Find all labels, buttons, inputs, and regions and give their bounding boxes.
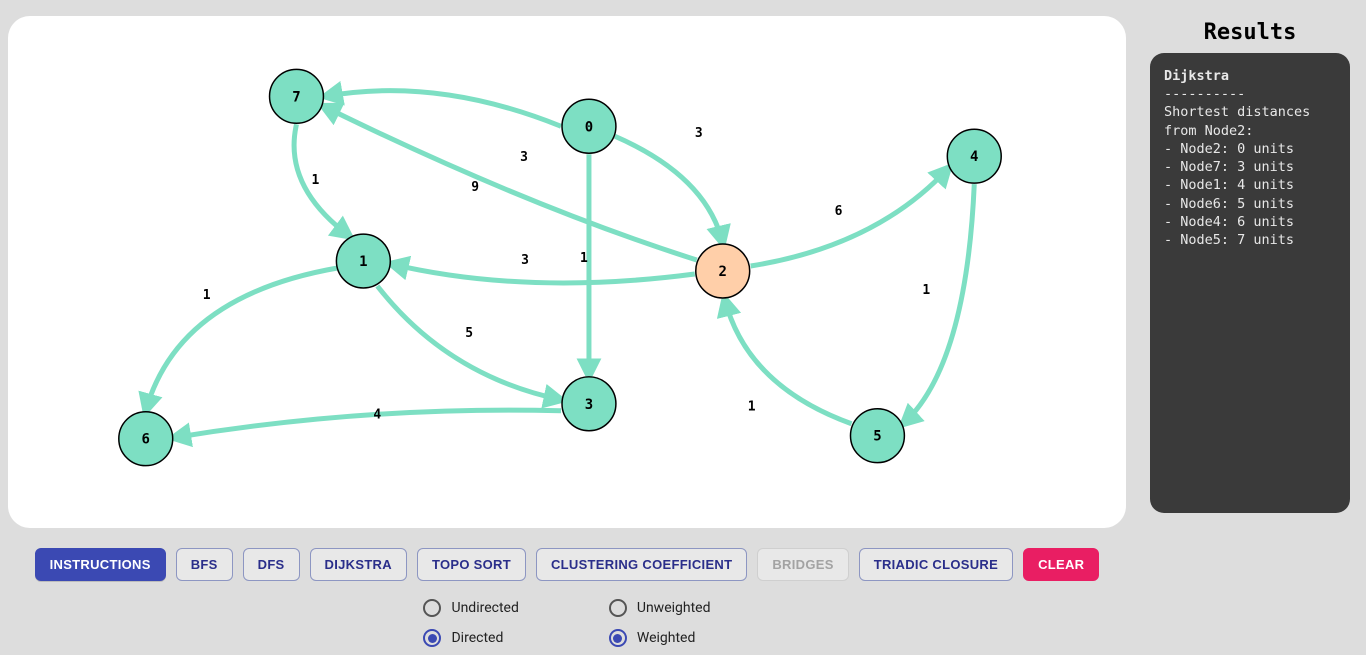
results-distance-line: - Node2: 0 units: [1164, 140, 1336, 158]
radio-icon: [609, 629, 627, 647]
edge-weight-5-2: 1: [748, 400, 756, 415]
clustering-coefficient-button[interactable]: CLUSTERING COEFFICIENT: [536, 548, 747, 581]
undirected-radio[interactable]: Undirected: [423, 599, 518, 617]
radio-icon: [609, 599, 627, 617]
weighted-label: Weighted: [637, 630, 696, 646]
results-card: Dijkstra ---------- Shortest distances f…: [1150, 53, 1350, 513]
undirected-label: Undirected: [451, 600, 518, 616]
edge-weight-2-1: 3: [521, 253, 529, 268]
results-distance-line: - Node5: 7 units: [1164, 231, 1336, 249]
edge-0-2[interactable]: [615, 136, 723, 243]
node-3[interactable]: 3: [562, 377, 616, 431]
edge-weight-0-2: 3: [695, 126, 703, 141]
edge-2-4[interactable]: [751, 168, 949, 266]
dfs-button[interactable]: DFS: [243, 548, 300, 581]
edge-5-2[interactable]: [725, 299, 852, 424]
results-title: Results: [1150, 20, 1350, 45]
node-4[interactable]: 4: [947, 129, 1001, 183]
edge-weight-2-7: 3: [520, 150, 528, 165]
results-separator: ----------: [1164, 85, 1336, 103]
edge-2-7[interactable]: [323, 106, 696, 260]
edge-weight-2-4: 6: [835, 204, 843, 219]
node-label: 2: [719, 264, 727, 280]
node-0[interactable]: 0: [562, 99, 616, 153]
weighted-radio[interactable]: Weighted: [609, 629, 711, 647]
bfs-button[interactable]: BFS: [176, 548, 233, 581]
edge-0-7[interactable]: [325, 91, 561, 127]
node-label: 6: [142, 432, 150, 448]
triadic-closure-button[interactable]: TRIADIC CLOSURE: [859, 548, 1013, 581]
results-intro-2: from Node2:: [1164, 122, 1336, 140]
clear-button[interactable]: CLEAR: [1023, 548, 1099, 581]
directed-label: Directed: [451, 630, 503, 646]
results-distance-line: - Node1: 4 units: [1164, 176, 1336, 194]
edge-1-3[interactable]: [377, 286, 561, 400]
results-intro-1: Shortest distances: [1164, 103, 1336, 121]
edge-weight-4-5: 1: [922, 283, 930, 298]
radio-icon: [423, 599, 441, 617]
results-distance-line: - Node7: 3 units: [1164, 158, 1336, 176]
node-label: 3: [585, 397, 593, 413]
edge-weight-3-6: 4: [373, 408, 381, 423]
edge-2-1[interactable]: [391, 264, 694, 283]
instructions-button[interactable]: INSTRUCTIONS: [35, 548, 166, 581]
direction-option-group: Undirected Directed: [423, 599, 518, 647]
results-algorithm: Dijkstra: [1164, 67, 1336, 85]
radio-icon: [423, 629, 441, 647]
edge-weight-1-6: 1: [203, 288, 211, 303]
weight-option-group: Unweighted Weighted: [609, 599, 711, 647]
node-label: 4: [970, 149, 978, 165]
node-1[interactable]: 1: [336, 234, 390, 288]
node-5[interactable]: 5: [850, 409, 904, 463]
graph-canvas[interactable]: 9 1 1 3 6 3 3 5 1 4 1 1 0 1 2 3 4 5 6 7: [8, 16, 1126, 528]
unweighted-label: Unweighted: [637, 600, 711, 616]
edge-weight-7-1: 1: [312, 173, 320, 188]
directed-radio[interactable]: Directed: [423, 629, 518, 647]
edge-3-6[interactable]: [174, 410, 561, 438]
bridges-button: BRIDGES: [757, 548, 848, 581]
edge-weight-0-3: 1: [580, 251, 588, 266]
node-label: 0: [585, 119, 593, 135]
node-2[interactable]: 2: [696, 244, 750, 298]
node-7[interactable]: 7: [270, 69, 324, 123]
results-panel: Results Dijkstra ---------- Shortest dis…: [1150, 16, 1350, 655]
graph-svg[interactable]: 9 1 1 3 6 3 3 5 1 4 1 1 0 1 2 3 4 5 6 7: [8, 16, 1126, 528]
results-distance-line: - Node6: 5 units: [1164, 195, 1336, 213]
unweighted-radio[interactable]: Unweighted: [609, 599, 711, 617]
edge-weight-1-3: 5: [465, 326, 473, 341]
edge-7-1[interactable]: [294, 124, 349, 236]
edge-1-6[interactable]: [146, 268, 338, 411]
topo-sort-button[interactable]: TOPO SORT: [417, 548, 526, 581]
results-distance-line: - Node4: 6 units: [1164, 213, 1336, 231]
node-label: 1: [359, 254, 367, 270]
node-label: 5: [873, 429, 881, 445]
node-6[interactable]: 6: [119, 412, 173, 466]
edge-4-5[interactable]: [903, 184, 974, 424]
edge-weight-0-7: 9: [471, 180, 479, 195]
algorithm-toolbar: INSTRUCTIONS BFS DFS DIJKSTRA TOPO SORT …: [8, 548, 1126, 581]
graph-options: Undirected Directed Unweighted Weighted: [8, 599, 1126, 647]
dijkstra-button[interactable]: DIJKSTRA: [310, 548, 407, 581]
node-label: 7: [292, 89, 300, 105]
